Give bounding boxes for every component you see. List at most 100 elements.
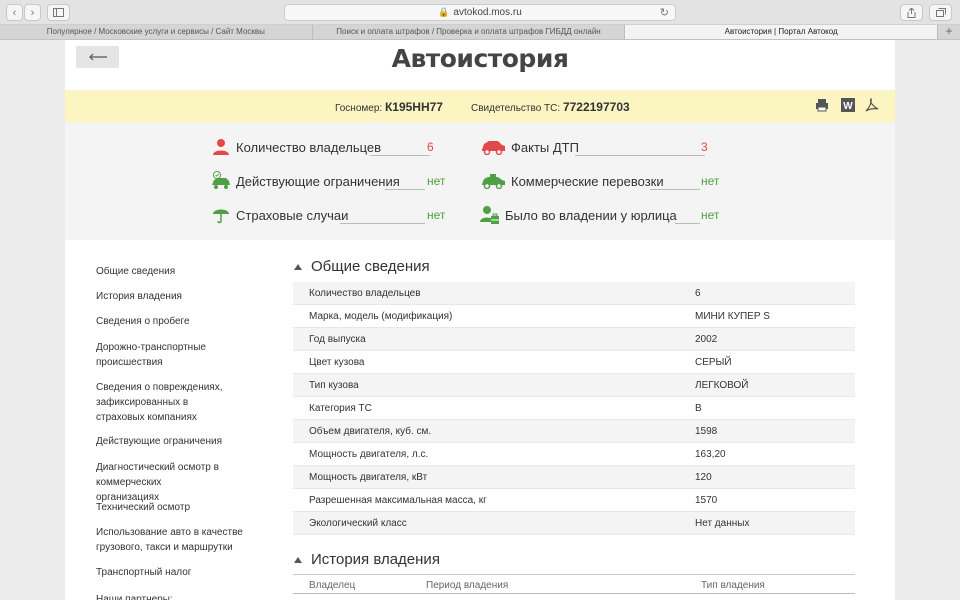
- summary-panel: Количество владельцев 6 Факты ДТП 3 Дейс…: [65, 122, 895, 240]
- new-tab-button[interactable]: +: [938, 25, 960, 39]
- owners-count-label: Количество владельцев: [236, 139, 382, 155]
- row-key: Категория ТС: [309, 402, 372, 414]
- back-nav-button[interactable]: ‹: [6, 4, 23, 21]
- page-gutter-left: [0, 40, 65, 600]
- row-value: 163,20: [695, 448, 726, 460]
- history-section-heading[interactable]: История владения: [294, 551, 440, 568]
- row-value: 1598: [695, 425, 718, 437]
- row-value: ЛЕГКОВОЙ: [695, 379, 749, 391]
- collapse-triangle-icon: [294, 263, 302, 270]
- gosnomer-value: К195НН77: [384, 100, 443, 114]
- person-icon: [211, 137, 231, 157]
- legal-entity-label: Было во владении у юрлица: [505, 207, 677, 223]
- dtp-item: Факты ДТП: [480, 137, 579, 157]
- table-row: Год выпуска 2002: [293, 328, 855, 351]
- nav-item-accidents[interactable]: Дорожно-транспортные происшествия: [96, 340, 214, 370]
- row-value: 6: [695, 287, 701, 299]
- table-row: Категория ТС B: [293, 397, 855, 420]
- row-value: МИНИ КУПЕР S: [695, 310, 770, 322]
- svid-field: Свидетельство ТС: 7722197703: [471, 100, 630, 114]
- row-key: Тип кузова: [309, 379, 359, 391]
- row-value: СЕРЫЙ: [695, 356, 732, 368]
- nav-item-mileage[interactable]: Сведения о пробеге: [96, 314, 251, 329]
- nav-item-insurance-damage[interactable]: Сведения о повреждениях, зафиксированных…: [96, 380, 236, 425]
- row-value: 120: [695, 471, 712, 483]
- share-icon: [907, 7, 916, 18]
- nav-item-restrictions[interactable]: Действующие ограничения: [96, 434, 251, 449]
- restrictions-value: нет: [427, 174, 446, 188]
- tab-bar: Популярное / Московские услуги и сервисы…: [0, 25, 960, 40]
- business-person-icon: [480, 205, 500, 225]
- tab-avtokod[interactable]: Автоистория | Портал Автокод: [625, 25, 939, 39]
- row-key: Год выпуска: [309, 333, 366, 345]
- col-owner: Владелец: [309, 580, 356, 591]
- pdf-export-icon[interactable]: [865, 98, 879, 112]
- word-export-icon[interactable]: W: [841, 98, 855, 112]
- row-key: Разрешенная максимальная масса, кг: [309, 494, 487, 506]
- dtp-value: 3: [701, 140, 708, 154]
- row-value: 2002: [695, 333, 718, 345]
- share-button[interactable]: [900, 4, 923, 21]
- row-key: Мощность двигателя, кВт: [309, 471, 428, 483]
- table-row: Марка, модель (модификация) МИНИ КУПЕР S: [293, 305, 855, 328]
- general-section-heading[interactable]: Общие сведения: [294, 258, 430, 275]
- gosnomer-label: Госномер:: [335, 103, 383, 114]
- commercial-label: Коммерческие перевозки: [511, 173, 664, 189]
- page-gutter-right: [895, 40, 960, 600]
- nav-item-partners[interactable]: Наши партнеры:: [96, 592, 251, 600]
- table-row: Мощность двигателя, кВт 120: [293, 466, 855, 489]
- page-content: Автоистория Госномер: К195НН77 Свидетель…: [65, 40, 895, 600]
- row-key: Количество владельцев: [309, 287, 421, 299]
- general-heading-text: Общие сведения: [311, 258, 430, 275]
- nav-item-ownership-history[interactable]: История владения: [96, 289, 251, 304]
- insurance-label: Страховые случаи: [236, 207, 349, 223]
- table-row: Мощность двигателя, л.с. 163,20: [293, 443, 855, 466]
- browser-toolbar: ‹ › 🔒 avtokod.mos.ru ↻: [0, 0, 960, 25]
- nav-item-inspection[interactable]: Технический осмотр: [96, 500, 251, 515]
- tab-fines[interactable]: Поиск и оплата штрафов / Проверка и опла…: [313, 25, 626, 39]
- taxi-car-icon: [480, 171, 506, 191]
- col-period: Период владения: [426, 580, 509, 591]
- history-table-header: Владелец Период владения Тип владения: [293, 574, 855, 594]
- insurance-value: нет: [427, 208, 446, 222]
- row-key: Марка, модель (модификация): [309, 310, 453, 322]
- nav-item-commercial-use[interactable]: Использование авто в качестве грузового,…: [96, 525, 246, 555]
- table-row: Экологический класс Нет данных: [293, 512, 855, 535]
- nav-item-diagnostics[interactable]: Диагностический осмотр в коммерческих ор…: [96, 460, 226, 505]
- restrictions-label: Действующие ограничения: [236, 173, 400, 189]
- reload-icon[interactable]: ↻: [660, 6, 669, 19]
- tabs-overview-button[interactable]: [929, 4, 952, 21]
- sidebar-toggle-button[interactable]: [47, 4, 70, 21]
- sidebar-icon: [53, 8, 64, 17]
- page-title: Автоистория: [391, 44, 569, 73]
- row-key: Цвет кузова: [309, 356, 365, 368]
- tab-moscow[interactable]: Популярное / Московские услуги и сервисы…: [0, 25, 313, 39]
- table-row: Цвет кузова СЕРЫЙ: [293, 351, 855, 374]
- vehicle-id-bar: Госномер: К195НН77 Свидетельство ТС: 772…: [65, 90, 895, 122]
- svid-label: Свидетельство ТС:: [471, 103, 561, 114]
- nav-item-general[interactable]: Общие сведения: [96, 264, 251, 279]
- gosnomer-field: Госномер: К195НН77: [335, 100, 443, 114]
- insurance-item: Страховые случаи: [211, 205, 348, 225]
- address-bar[interactable]: 🔒 avtokod.mos.ru ↻: [284, 4, 676, 21]
- row-key: Объем двигателя, куб. см.: [309, 425, 432, 437]
- print-icon[interactable]: [815, 98, 829, 112]
- row-value: B: [695, 402, 702, 414]
- commercial-value: нет: [701, 174, 720, 188]
- legal-entity-item: Было во владении у юрлица: [480, 205, 677, 225]
- col-type: Тип владения: [701, 580, 765, 591]
- nav-item-tax[interactable]: Транспортный налог: [96, 565, 251, 580]
- car-check-icon: [211, 171, 231, 191]
- table-row: Количество владельцев 6: [293, 282, 855, 305]
- table-row: Объем двигателя, куб. см. 1598: [293, 420, 855, 443]
- restrictions-item: Действующие ограничения: [211, 171, 400, 191]
- svg-text:W: W: [843, 101, 853, 112]
- commercial-item: Коммерческие перевозки: [480, 171, 664, 191]
- forward-nav-button[interactable]: ›: [24, 4, 41, 21]
- umbrella-icon: [211, 205, 231, 225]
- tabs-icon: [935, 8, 946, 17]
- owners-count-value: 6: [427, 140, 434, 154]
- svid-value: 7722197703: [562, 100, 630, 114]
- commercial-line: [650, 189, 700, 190]
- legal-entity-value: нет: [701, 208, 720, 222]
